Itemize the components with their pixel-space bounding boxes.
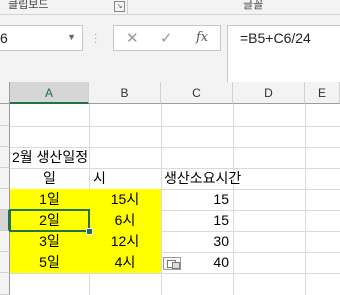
ribbon-group-font: 글꼴	[243, 0, 264, 11]
formula-bar: 6 ▼ · · · ✕ ✓ fx =B5+C6/24	[0, 15, 340, 90]
header-hour[interactable]: 시	[93, 168, 106, 189]
column-header-d[interactable]: D	[233, 82, 305, 104]
select-all-corner[interactable]	[0, 82, 10, 104]
chevron-down-icon[interactable]: ▼	[67, 32, 76, 42]
cell-hour[interactable]: 15시	[89, 189, 161, 210]
row-header[interactable]	[0, 104, 10, 126]
gridline	[10, 273, 340, 274]
column-header-c[interactable]: C	[161, 82, 233, 104]
cell-hour[interactable]: 6시	[89, 210, 161, 231]
row-header[interactable]	[0, 189, 10, 210]
row-header[interactable]	[0, 252, 10, 273]
cell-day[interactable]: 3일	[10, 231, 89, 252]
column-header-b[interactable]: B	[89, 82, 161, 104]
row-header[interactable]	[0, 273, 10, 295]
cell-day[interactable]: 1일	[10, 189, 89, 210]
cancel-icon[interactable]: ✕	[126, 29, 139, 47]
cell-duration[interactable]: 15	[161, 210, 233, 231]
paste-options-icon[interactable]	[163, 257, 181, 270]
formula-bar-grip-icon[interactable]: · · ·	[94, 30, 97, 48]
cell-hour[interactable]: 12시	[89, 231, 161, 252]
formula-buttons: ✕ ✓ fx	[113, 25, 221, 51]
row-header[interactable]	[0, 168, 10, 189]
fill-handle[interactable]	[86, 228, 93, 235]
active-cell-border	[9, 209, 90, 232]
cell-day[interactable]: 5일	[10, 252, 89, 273]
ribbon-group-clipboard: 클립보드	[8, 0, 49, 11]
gridline	[233, 104, 234, 295]
header-day[interactable]: 일	[10, 168, 89, 189]
column-header-e[interactable]: E	[305, 82, 340, 104]
row-header[interactable]	[0, 231, 10, 252]
ribbon-group-labels: 클립보드 ↘ 글꼴	[0, 0, 340, 15]
name-box[interactable]: 6 ▼	[0, 25, 83, 51]
row-header[interactable]	[0, 147, 10, 168]
enter-icon[interactable]: ✓	[160, 29, 173, 47]
row-header[interactable]	[0, 126, 10, 147]
cell-hour[interactable]: 4시	[89, 252, 161, 273]
insert-function-icon[interactable]: fx	[196, 30, 208, 45]
formula-input[interactable]: =B5+C6/24	[227, 25, 340, 90]
header-duration[interactable]: 생산소요시간	[164, 168, 241, 189]
ribbon-separator	[127, 0, 128, 14]
name-box-value: 6	[0, 30, 8, 46]
cell-duration[interactable]: 30	[161, 231, 233, 252]
gridline	[10, 126, 340, 127]
clipboard-dialog-launcher-icon[interactable]: ↘	[114, 1, 125, 12]
gridline	[305, 104, 306, 295]
sheet-title[interactable]: 2월 생산일정	[12, 147, 88, 168]
cell-duration[interactable]: 15	[161, 189, 233, 210]
column-header-a[interactable]: A	[10, 82, 89, 104]
formula-text: =B5+C6/24	[240, 30, 311, 46]
